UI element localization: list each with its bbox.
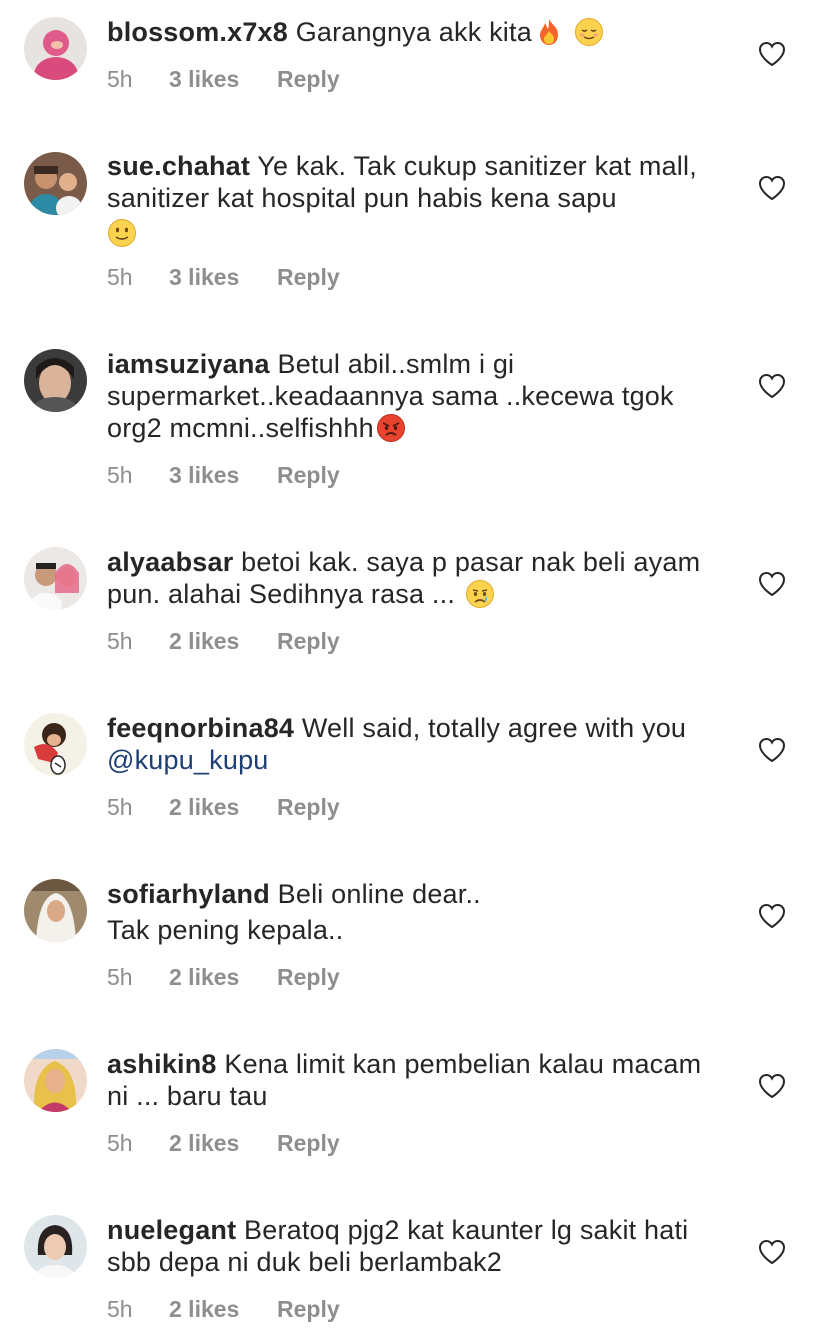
- comment-text: sofiarhyland Beli online dear.. Tak peni…: [107, 878, 727, 946]
- comment-text: iamsuziyana Betul abil..smlm i gi superm…: [107, 348, 727, 444]
- reply-button[interactable]: Reply: [277, 462, 340, 489]
- comment-text: alyaabsar betoi kak. saya p pasar nak be…: [107, 546, 727, 610]
- reply-button[interactable]: Reply: [277, 264, 340, 291]
- comment-body-line2: Tak pening kepala..: [107, 915, 344, 945]
- comment-time: 5h: [107, 462, 133, 488]
- comment-username[interactable]: blossom.x7x8: [107, 17, 288, 47]
- comment-meta: 5h 2 likes Reply: [107, 628, 340, 655]
- comment-username[interactable]: sue.chahat: [107, 151, 250, 181]
- comment-likes[interactable]: 2 likes: [169, 628, 277, 655]
- heart-outline-icon[interactable]: [758, 373, 786, 399]
- comment-text: nuelegant Beratoq pjg2 kat kaunter lg sa…: [107, 1214, 727, 1278]
- comment-username[interactable]: feeqnorbina84: [107, 713, 294, 743]
- slightly-smiling-face-emoji: [107, 218, 137, 248]
- avatar[interactable]: [24, 879, 87, 942]
- comment-likes[interactable]: 2 likes: [169, 964, 277, 991]
- angry-face-emoji: [376, 413, 406, 443]
- comment-time: 5h: [107, 1296, 133, 1322]
- reply-button[interactable]: Reply: [277, 1296, 340, 1323]
- avatar[interactable]: [24, 1215, 87, 1278]
- reply-button[interactable]: Reply: [277, 628, 340, 655]
- comment-likes[interactable]: 3 likes: [169, 462, 277, 489]
- comment-likes[interactable]: 2 likes: [169, 794, 277, 821]
- reply-button[interactable]: Reply: [277, 964, 340, 991]
- heart-outline-icon[interactable]: [758, 903, 786, 929]
- comment-meta: 5h 2 likes Reply: [107, 794, 340, 821]
- comment-meta: 5h 3 likes Reply: [107, 462, 340, 489]
- comment-text: sue.chahat Ye kak. Tak cukup sanitizer k…: [107, 150, 727, 249]
- comment-body: Well said, totally agree with you: [301, 713, 687, 743]
- avatar[interactable]: [24, 547, 87, 610]
- comment-username[interactable]: ashikin8: [107, 1049, 217, 1079]
- comment-meta: 5h 3 likes Reply: [107, 264, 340, 291]
- reply-button[interactable]: Reply: [277, 66, 340, 93]
- mention-link[interactable]: @kupu_kupu: [107, 745, 269, 775]
- comment-text: feeqnorbina84 Well said, totally agree w…: [107, 712, 727, 776]
- comment-username[interactable]: sofiarhyland: [107, 879, 270, 909]
- heart-outline-icon[interactable]: [758, 571, 786, 597]
- comment-text: blossom.x7x8 Garangnya akk kita: [107, 16, 727, 48]
- comment-likes[interactable]: 3 likes: [169, 66, 277, 93]
- heart-outline-icon[interactable]: [758, 41, 786, 67]
- comment-meta: 5h 2 likes Reply: [107, 1130, 340, 1157]
- comment-time: 5h: [107, 628, 133, 654]
- comment-likes[interactable]: 3 likes: [169, 264, 277, 291]
- comment-time: 5h: [107, 66, 133, 92]
- comment-meta: 5h 3 likes Reply: [107, 66, 340, 93]
- comment-time: 5h: [107, 964, 133, 990]
- avatar[interactable]: [24, 152, 87, 215]
- comment-time: 5h: [107, 794, 133, 820]
- comment-body: Garangnya akk kita: [295, 17, 532, 47]
- comment-text: ashikin8 Kena limit kan pembelian kalau …: [107, 1048, 727, 1112]
- heart-outline-icon[interactable]: [758, 175, 786, 201]
- comment-username[interactable]: iamsuziyana: [107, 349, 270, 379]
- fire-emoji: [534, 17, 564, 47]
- relieved-face-emoji: [574, 17, 604, 47]
- comment-meta: 5h 2 likes Reply: [107, 964, 340, 991]
- avatar[interactable]: [24, 1049, 87, 1112]
- avatar[interactable]: [24, 17, 87, 80]
- avatar[interactable]: [24, 349, 87, 412]
- reply-button[interactable]: Reply: [277, 1130, 340, 1157]
- comment-likes[interactable]: 2 likes: [169, 1296, 277, 1323]
- comment-meta: 5h 2 likes Reply: [107, 1296, 340, 1323]
- comment-time: 5h: [107, 264, 133, 290]
- comment-body: Beli online dear..: [277, 879, 481, 909]
- heart-outline-icon[interactable]: [758, 737, 786, 763]
- comment-likes[interactable]: 2 likes: [169, 1130, 277, 1157]
- heart-outline-icon[interactable]: [758, 1073, 786, 1099]
- heart-outline-icon[interactable]: [758, 1239, 786, 1265]
- avatar[interactable]: [24, 713, 87, 776]
- comment-time: 5h: [107, 1130, 133, 1156]
- crying-face-emoji: [465, 579, 495, 609]
- comment-username[interactable]: nuelegant: [107, 1215, 236, 1245]
- comment-username[interactable]: alyaabsar: [107, 547, 233, 577]
- reply-button[interactable]: Reply: [277, 794, 340, 821]
